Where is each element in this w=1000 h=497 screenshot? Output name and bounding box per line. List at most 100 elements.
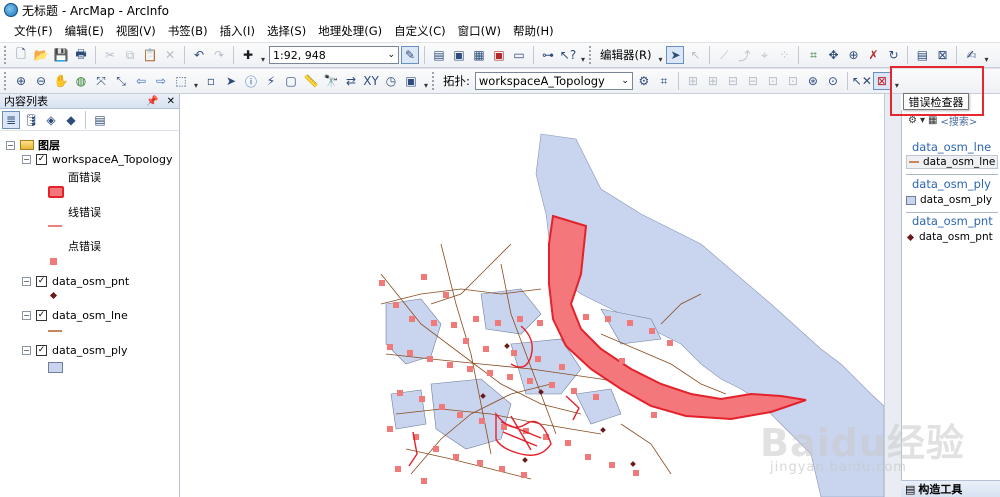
viewer-window-icon[interactable]: ▣ [402,72,420,90]
zoom-out-icon[interactable]: ⊖ [32,72,50,90]
editor-menu[interactable]: 编辑器(R) [597,47,654,63]
layer-visibility-checkbox[interactable]: ✓ [36,276,47,287]
menu-help[interactable]: 帮助(H) [507,21,560,42]
template-item[interactable]: data_osm_lne [906,155,999,169]
select-dropdown-icon[interactable]: ▾ [192,72,200,90]
validate-topology-icon[interactable]: ⊛ [804,72,822,90]
layer-data-osm-ply[interactable]: − ✓ data_osm_ply [22,344,128,357]
show-shared-features-icon[interactable]: ⊡ [784,72,802,90]
template-item[interactable]: data_osm_pnt [906,231,993,243]
split-tool-icon[interactable]: ✗ [864,46,882,64]
layer-data-osm-pnt[interactable]: − ✓ data_osm_pnt [22,275,129,288]
save-icon[interactable]: 💾 [52,46,70,64]
layer-data-osm-lne[interactable]: − ✓ data_osm_lne [22,309,128,322]
planarize-lines-icon[interactable]: ⊞ [704,72,722,90]
editor-dropdown-icon[interactable]: ▾ [656,46,664,64]
go-to-xy-icon[interactable]: XY [362,72,380,90]
hyperlink-icon[interactable]: ⚡ [262,72,280,90]
topology-edit-tool-icon[interactable]: ⌗ [655,72,673,90]
menu-windows[interactable]: 窗口(W) [452,21,507,42]
map-topology-icon[interactable]: ⚙ [635,72,653,90]
point-tool-icon[interactable]: ⁘ [775,46,793,64]
menu-view[interactable]: 视图(V) [110,21,162,42]
toolbar-options-icon[interactable]: ▾ [982,46,990,64]
edit-tool-icon[interactable]: ➤ [666,46,685,64]
arctoolbox-icon[interactable]: ▣ [490,46,508,64]
zoom-in-icon[interactable]: ⊕ [12,72,30,90]
layer-visibility-checkbox[interactable]: ✓ [36,310,47,321]
menu-selection[interactable]: 选择(S) [261,21,312,42]
layers-root[interactable]: − 图层 [6,137,60,153]
whats-this-icon[interactable]: ↖? [559,46,577,64]
identify-icon[interactable]: ⓘ [242,72,260,90]
search-window-icon[interactable]: ▦ [470,46,488,64]
pin-icon[interactable]: 📌 [146,96,158,107]
organize-templates-icon[interactable]: ⚙ [908,115,917,126]
print-icon[interactable]: 🖶 [72,46,90,64]
cut-icon[interactable]: ✂ [101,46,119,64]
forward-extent-icon[interactable]: ⇨ [152,72,170,90]
pan-hand-icon[interactable]: ✋ [52,72,70,90]
editor-toolbar-icon[interactable]: ✎ [401,46,419,64]
layer-topology[interactable]: − ✓ workspaceA_Topology [22,153,172,166]
rotate-tool-icon[interactable]: ↻ [884,46,902,64]
chevron-down-icon[interactable]: ▾ [920,115,925,126]
menu-file[interactable]: 文件(F) [8,21,59,42]
toolbar-options-icon[interactable]: ▾ [579,46,587,64]
delete-icon[interactable]: ✕ [161,46,179,64]
edit-vertices-icon[interactable]: ⌗ [804,46,822,64]
menu-insert[interactable]: 插入(I) [214,21,261,42]
add-data-icon[interactable]: ✚ [239,46,257,64]
time-slider-icon[interactable]: ◷ [382,72,400,90]
layer-visibility-checkbox[interactable]: ✓ [36,154,47,165]
toolbar-grip[interactable] [432,72,436,90]
toolbar-grip[interactable] [4,72,8,90]
copy-icon[interactable]: ⧉ [121,46,139,64]
html-popup-icon[interactable]: ▢ [282,72,300,90]
back-extent-icon[interactable]: ⇦ [132,72,150,90]
table-of-contents-icon[interactable]: ▤ [430,46,448,64]
layer-visibility-checkbox[interactable]: ✓ [36,345,47,356]
find-binoculars-icon[interactable]: 🔭 [322,72,340,90]
filter-icon[interactable]: ▦ [928,115,937,126]
collapse-icon[interactable]: − [22,346,31,355]
fix-topology-error-icon[interactable]: ↖✕ [852,72,872,90]
map-canvas[interactable] [181,94,884,497]
validate-extent-icon[interactable]: ⊙ [824,72,842,90]
toolbar-options-icon[interactable]: ▾ [422,72,430,90]
list-by-visibility-icon[interactable]: ◈ [42,111,60,129]
close-icon[interactable]: ✕ [167,96,175,107]
redo-icon[interactable]: ↷ [210,46,228,64]
menu-geoprocessing[interactable]: 地理处理(G) [312,21,388,42]
toolbar-grip[interactable] [589,46,593,64]
map-display[interactable] [181,94,884,497]
reshape-feature-icon[interactable]: ✥ [824,46,842,64]
full-extent-icon[interactable]: ◍ [72,72,90,90]
topology-combobox[interactable]: workspaceA_Topology ⌄ [474,72,633,90]
paste-icon[interactable]: 📋 [141,46,159,64]
python-window-icon[interactable]: ▭ [510,46,528,64]
collapse-icon[interactable]: − [6,140,15,150]
construction-tools-icon[interactable]: ⌖ [755,46,773,64]
end-point-arc-icon[interactable]: ⤴ [735,46,753,64]
template-search-input[interactable]: <搜索> [940,113,977,128]
list-by-source-icon[interactable]: 🛢 [22,111,40,129]
align-edge-icon[interactable]: ⊟ [724,72,742,90]
sketch-properties-icon[interactable]: ⊠ [933,46,951,64]
toolbar-options-icon[interactable]: ▾ [893,72,901,90]
catalog-window-icon[interactable]: ▣ [450,46,468,64]
menu-edit[interactable]: 编辑(E) [59,21,110,42]
list-by-drawing-order-icon[interactable]: ≣ [2,110,20,129]
select-features-icon[interactable]: ⬚ [172,72,190,90]
undo-icon[interactable]: ↶ [190,46,208,64]
list-by-selection-icon[interactable]: ◆ [62,111,80,129]
template-item[interactable]: data_osm_ply [906,194,992,206]
clear-selection-icon[interactable]: ▫ [202,72,220,90]
collapse-icon[interactable]: − [22,277,31,286]
collapse-icon[interactable]: − [22,155,31,164]
fixed-zoom-out-icon[interactable]: ⤡ [112,72,130,90]
attributes-icon[interactable]: ▤ [913,46,931,64]
edit-annotation-icon[interactable]: ↖ [686,46,704,64]
menu-bookmarks[interactable]: 书签(B) [162,21,214,42]
fixed-zoom-in-icon[interactable]: ⤧ [92,72,110,90]
